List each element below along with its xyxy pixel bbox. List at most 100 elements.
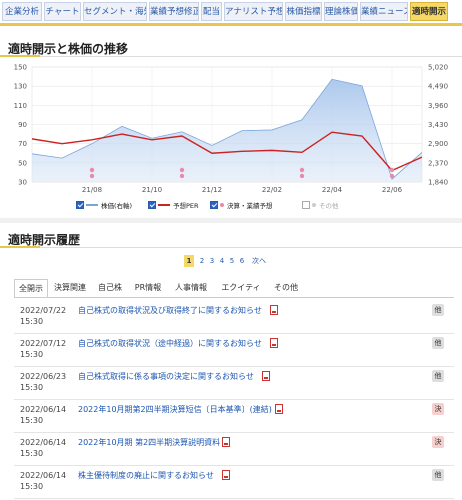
y-right-tick-label: 3,960 [428,102,448,110]
row-date: 2022/07/12 [20,339,67,348]
event-marker[interactable] [89,173,95,179]
page-current: 1 [184,255,194,267]
subtab-other[interactable]: その他 [270,279,302,297]
history-title-rule [0,247,462,248]
section-separator [0,218,462,223]
row-date: 2022/06/14 [20,471,67,480]
subtabs-underline [14,297,454,298]
legend-swatch-per [158,204,170,206]
subtab-earnings[interactable]: 決算関連 [50,279,90,297]
disclosure-title-link[interactable]: 自己株式の取得状況及び取得終了に関するお知らせ [78,305,262,316]
event-marker[interactable] [179,173,185,179]
disclosure-title-link[interactable]: 自己株式の取得状況（途中経過）に関するお知らせ [78,338,262,349]
event-marker[interactable] [89,167,95,173]
page-link[interactable]: 3 [208,255,216,267]
category-badge: 他 [432,304,444,316]
y-left-tick-label: 50 [18,159,27,167]
subtab-pr[interactable]: PR情報 [130,279,166,297]
legend-item-price[interactable]: 株価(右軸) [76,200,132,210]
checkbox-icon[interactable] [302,201,310,209]
row-time: 15:30 [20,416,44,425]
row-time: 15:30 [20,449,44,458]
subtab-all[interactable]: 全開示 [14,279,48,298]
x-tick-label: 22/04 [322,186,343,194]
pdf-icon[interactable] [222,470,230,480]
subtab-personnel[interactable]: 人事情報 [170,279,212,297]
legend-swatch-price [86,204,98,206]
event-marker[interactable] [389,173,395,179]
chart-legend: 株価(右軸) 予想PER 決算・業績予想 その他 [0,199,462,213]
legend-label-price: 株価(右軸) [101,202,133,210]
pdf-icon[interactable] [222,437,230,447]
row-time: 15:30 [20,383,44,392]
legend-label-per: 予想PER [173,202,199,210]
row-date: 2022/06/23 [20,372,67,381]
subtab-equity[interactable]: エクイティ [216,279,266,297]
pdf-icon[interactable] [275,404,283,414]
row-datetime: 2022/06/14 15:30 [20,437,80,459]
category-badge: 他 [432,337,444,349]
pdf-icon[interactable] [262,371,270,381]
page-link[interactable]: 5 [228,255,236,267]
page-link[interactable]: 6 [238,255,246,267]
disclosure-row: 2022/06/23 15:30 自己株式取得に係る事項の決定に関するお知らせ 他 [14,368,454,400]
category-badge: 決 [432,403,444,415]
tab-theoretical-price[interactable]: 理論株価 [324,2,358,21]
disclosure-row: 2022/06/14 15:30 2022年10月期 第2四半期決算説明資料 決 [14,434,454,466]
chart-title-accent [0,55,40,57]
row-datetime: 2022/06/14 15:30 [20,404,80,426]
tab-chart[interactable]: チャート [44,2,81,21]
category-badge: 他 [432,370,444,382]
y-left-tick-label: 70 [18,140,27,148]
pdf-icon[interactable] [270,338,278,348]
x-tick-label: 21/08 [82,186,102,194]
checkbox-icon[interactable] [148,201,156,209]
page-next-link[interactable]: 次へ [250,255,268,267]
y-right-tick-label: 2,900 [428,140,448,148]
tab-forecast-revision[interactable]: 業績予想修正 [149,2,199,21]
pdf-icon[interactable] [270,305,278,315]
checkbox-icon[interactable] [210,201,218,209]
disclosure-title-link[interactable]: 2022年10月期 第2四半期決算説明資料 [78,437,220,448]
tab-stock-indicators[interactable]: 株価指標 [285,2,322,21]
row-datetime: 2022/07/22 15:30 [20,305,80,327]
legend-item-earnings[interactable]: 決算・業績予想 [210,200,273,210]
tab-company-analysis[interactable]: 企業分析 [2,2,42,21]
event-marker[interactable] [389,167,395,173]
category-badge: 他 [432,469,444,481]
tab-timely-disclosure[interactable]: 適時開示 [410,2,448,21]
top-tab-bar: 企業分析 チャート セグメント・海外 業績予想修正 配当 アナリスト予想 株価指… [0,0,462,24]
tab-analyst-forecast[interactable]: アナリスト予想 [224,2,283,21]
disclosure-title-link[interactable]: 自己株式取得に係る事項の決定に関するお知らせ [78,371,254,382]
legend-dot-earnings [220,203,224,207]
tab-bar-underline [0,23,462,26]
tab-dividend[interactable]: 配当 [201,2,222,21]
tab-earnings-news[interactable]: 業績ニュース [360,2,408,21]
y-left-tick-label: 30 [18,179,27,187]
row-datetime: 2022/06/14 15:30 [20,470,80,492]
subtab-treasury-stock[interactable]: 自己株 [94,279,126,297]
disclosure-title-link[interactable]: 2022年10月期第2四半期決算短信〔日本基準〕(連結) [78,404,272,415]
legend-item-per[interactable]: 予想PER [148,200,199,210]
row-time: 15:30 [20,350,44,359]
row-time: 15:30 [20,482,44,491]
x-tick-label: 22/02 [262,186,282,194]
row-datetime: 2022/07/12 15:30 [20,338,80,360]
y-right-tick-label: 2,370 [428,159,448,167]
event-marker[interactable] [179,167,185,173]
page-link[interactable]: 2 [198,255,206,267]
x-tick-label: 22/06 [382,186,403,194]
legend-label-earnings: 決算・業績予想 [227,202,273,210]
disclosure-row: 2022/07/12 15:30 自己株式の取得状況（途中経過）に関するお知らせ … [14,335,454,367]
checkbox-icon[interactable] [76,201,84,209]
event-marker[interactable] [299,167,305,173]
category-badge: 決 [432,436,444,448]
tab-segment[interactable]: セグメント・海外 [83,2,147,21]
event-marker[interactable] [299,173,305,179]
disclosure-title-link[interactable]: 株主優待制度の廃止に関するお知らせ [78,470,214,481]
legend-label-other: その他 [319,202,339,210]
page-link[interactable]: 4 [218,255,226,267]
legend-item-other[interactable]: その他 [302,200,339,210]
chart-title-rule [0,56,462,57]
disclosure-row: 2022/07/22 15:30 自己株式の取得状況及び取得終了に関するお知らせ … [14,302,454,334]
